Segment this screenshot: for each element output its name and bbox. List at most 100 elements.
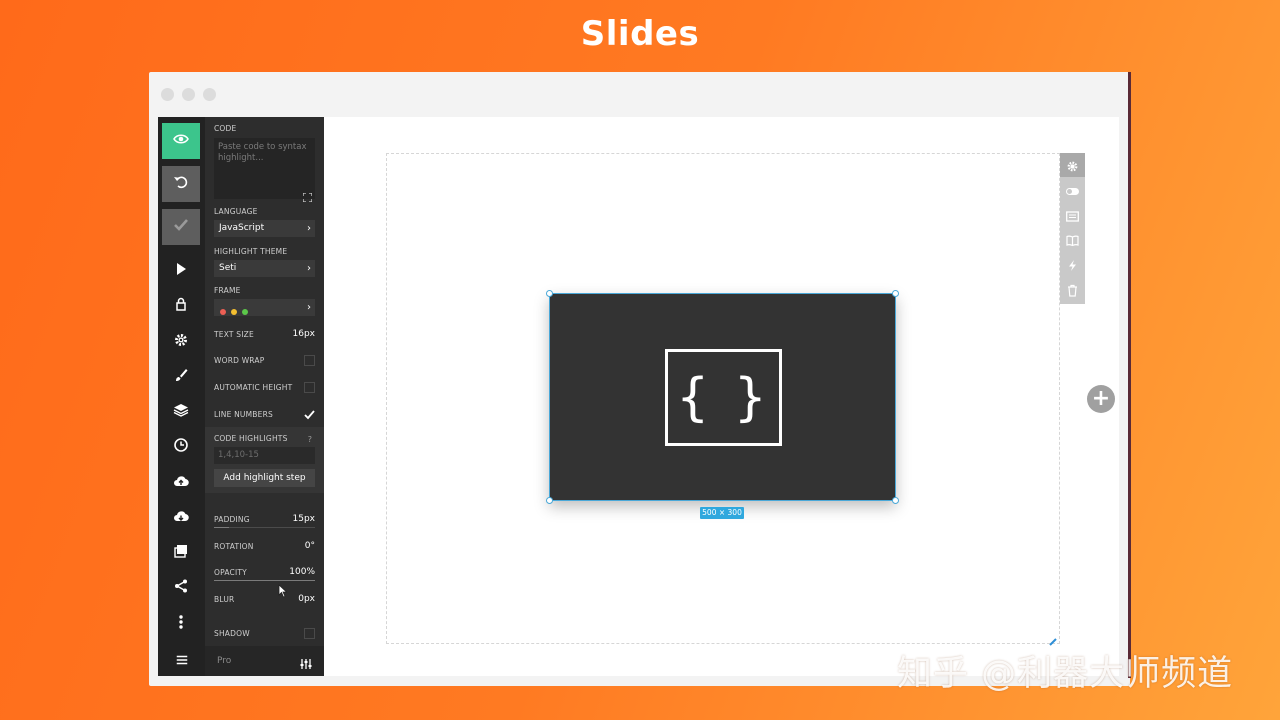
present-button[interactable] bbox=[162, 253, 200, 289]
code-placeholder: Paste code to syntax highlight... bbox=[218, 142, 307, 163]
brush-icon bbox=[173, 367, 189, 387]
frame-label: FRAME bbox=[214, 286, 241, 295]
padding-slider-fill bbox=[214, 527, 229, 528]
auto-height-checkbox[interactable] bbox=[304, 382, 315, 393]
check-icon bbox=[304, 410, 315, 420]
blur-label: BLUR bbox=[214, 595, 235, 604]
window-dot-minimize[interactable] bbox=[182, 88, 195, 101]
media-button[interactable] bbox=[162, 535, 200, 571]
layers-button[interactable] bbox=[162, 394, 200, 430]
download-button[interactable] bbox=[162, 500, 200, 536]
share-button[interactable] bbox=[162, 570, 200, 606]
play-icon bbox=[173, 261, 189, 281]
shadow-label: SHADOW bbox=[214, 629, 250, 638]
code-highlights-label: CODE HIGHLIGHTS bbox=[214, 434, 288, 443]
rotation-value[interactable]: 0° bbox=[305, 541, 315, 551]
more-icon bbox=[173, 614, 189, 634]
slide-canvas: { } 500 × 300 + bbox=[324, 117, 1119, 676]
language-select[interactable]: JavaScript › bbox=[214, 220, 315, 237]
language-label: LANGUAGE bbox=[214, 207, 258, 216]
code-settings-panel: CODE Paste code to syntax highlight... L… bbox=[205, 117, 324, 676]
auto-height-label: AUTOMATIC HEIGHT bbox=[214, 383, 293, 392]
code-input[interactable]: Paste code to syntax highlight... bbox=[214, 138, 315, 203]
block-toolbar bbox=[1060, 153, 1085, 304]
rotation-label: ROTATION bbox=[214, 542, 254, 551]
lock-button[interactable] bbox=[162, 288, 200, 324]
resize-handle-top-left[interactable] bbox=[546, 290, 553, 297]
line-numbers-label: LINE NUMBERS bbox=[214, 410, 273, 419]
theme-value: Seti bbox=[219, 263, 237, 273]
opacity-slider-fill bbox=[214, 580, 315, 581]
code-label: CODE bbox=[214, 124, 237, 133]
trash-icon[interactable] bbox=[1066, 282, 1079, 297]
undo-icon bbox=[173, 174, 189, 194]
page-title: Slides bbox=[580, 14, 700, 54]
shadow-checkbox[interactable] bbox=[304, 628, 315, 639]
book-icon[interactable] bbox=[1066, 232, 1079, 247]
main-menu-button[interactable] bbox=[158, 646, 205, 676]
language-value: JavaScript bbox=[219, 223, 265, 233]
word-wrap-label: WORD WRAP bbox=[214, 356, 265, 365]
blur-value[interactable]: 0px bbox=[298, 594, 315, 604]
window-edge bbox=[1128, 72, 1131, 678]
toggle-icon[interactable] bbox=[1066, 183, 1079, 196]
mouse-cursor-icon bbox=[278, 583, 288, 602]
resize-handle-top-right[interactable] bbox=[892, 290, 899, 297]
add-highlight-button[interactable]: Add highlight step bbox=[214, 469, 315, 487]
word-wrap-checkbox[interactable] bbox=[304, 355, 315, 366]
add-slide-button[interactable]: + bbox=[1087, 385, 1115, 413]
clock-icon bbox=[173, 437, 189, 457]
menu-icon bbox=[175, 652, 189, 671]
editor-app: CODE Paste code to syntax highlight... L… bbox=[158, 117, 1119, 676]
opacity-label: OPACITY bbox=[214, 568, 247, 577]
screen-icon[interactable] bbox=[1066, 208, 1079, 222]
pro-label[interactable]: Pro bbox=[217, 656, 231, 666]
cloud-download-icon bbox=[173, 508, 189, 528]
settings-button[interactable] bbox=[162, 324, 200, 360]
code-braces-icon: { } bbox=[665, 349, 782, 446]
resize-handle-bottom-right[interactable] bbox=[892, 497, 899, 504]
gear-icon[interactable] bbox=[1066, 158, 1079, 172]
code-highlights-section: CODE HIGHLIGHTS ? 1,4,10-15 Add highligh… bbox=[205, 427, 324, 493]
app-window: CODE Paste code to syntax highlight... L… bbox=[149, 72, 1130, 686]
highlights-input[interactable]: 1,4,10-15 bbox=[214, 447, 315, 464]
text-size-label: TEXT SIZE bbox=[214, 330, 254, 339]
images-icon bbox=[173, 543, 189, 563]
theme-select[interactable]: Seti › bbox=[214, 260, 315, 277]
cloud-upload-icon bbox=[173, 473, 189, 493]
preview-button[interactable] bbox=[162, 123, 200, 159]
opacity-value[interactable]: 100% bbox=[289, 567, 315, 577]
expand-icon[interactable] bbox=[302, 187, 313, 203]
icon-sidebar bbox=[158, 117, 205, 676]
layers-icon bbox=[173, 402, 189, 422]
watermark-text: 知乎 @利器大师频道 bbox=[897, 654, 1234, 694]
padding-value[interactable]: 15px bbox=[293, 514, 316, 524]
undo-button[interactable] bbox=[162, 166, 200, 202]
resize-handle-bottom-left[interactable] bbox=[546, 497, 553, 504]
more-button[interactable] bbox=[162, 606, 200, 642]
frame-dots-icon bbox=[220, 305, 250, 322]
style-button[interactable] bbox=[162, 359, 200, 395]
gear-icon bbox=[173, 332, 189, 352]
upload-button[interactable] bbox=[162, 465, 200, 501]
eye-icon bbox=[173, 131, 189, 151]
window-dot-maximize[interactable] bbox=[203, 88, 216, 101]
frame-select[interactable]: › bbox=[214, 299, 315, 316]
text-size-value[interactable]: 16px bbox=[293, 329, 316, 339]
chevron-right-icon: › bbox=[307, 263, 311, 274]
padding-slider[interactable] bbox=[214, 527, 315, 528]
lightning-icon[interactable] bbox=[1066, 257, 1079, 271]
code-block[interactable]: { } bbox=[546, 290, 899, 504]
help-icon[interactable]: ? bbox=[308, 435, 312, 444]
window-dot-close[interactable] bbox=[161, 88, 174, 101]
padding-label: PADDING bbox=[214, 515, 250, 524]
lock-icon bbox=[173, 296, 189, 316]
check-icon bbox=[173, 217, 189, 237]
chevron-right-icon: › bbox=[307, 302, 311, 313]
sliders-icon[interactable] bbox=[300, 655, 312, 669]
panel-footer: Pro bbox=[205, 646, 324, 676]
history-button[interactable] bbox=[162, 429, 200, 465]
save-button[interactable] bbox=[162, 209, 200, 245]
share-icon bbox=[173, 578, 189, 598]
line-numbers-checkbox[interactable] bbox=[304, 409, 315, 420]
